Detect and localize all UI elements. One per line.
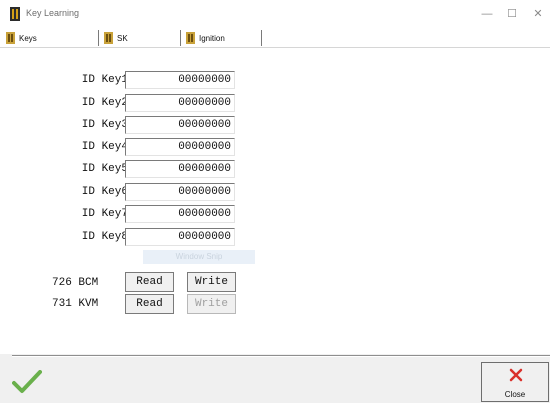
tab-ignition[interactable]: Ignition xyxy=(186,28,268,48)
minimize-button[interactable]: — xyxy=(475,6,499,22)
key-label: ID Key2 xyxy=(81,97,128,109)
window-close-button[interactable]: ✕ xyxy=(526,6,550,22)
key-row: ID Key2 00000000 xyxy=(0,94,260,114)
tab-divider xyxy=(180,30,181,46)
key-row: ID Key4 00000000 xyxy=(0,138,260,158)
key-label: ID Key1 xyxy=(81,74,128,86)
key-row: ID Key6 00000000 xyxy=(0,183,260,203)
kvm-write-button: Write xyxy=(187,294,236,314)
kvm-read-button[interactable]: Read xyxy=(125,294,174,314)
footer-divider-highlight xyxy=(12,356,550,357)
key-label: ID Key4 xyxy=(81,141,128,153)
tab-divider xyxy=(98,30,99,46)
key-row: ID Key3 00000000 xyxy=(0,116,260,136)
key-label: ID Key3 xyxy=(81,119,128,131)
close-label: Close xyxy=(504,390,526,399)
key-id-field[interactable]: 00000000 xyxy=(125,116,235,134)
key-row: ID Key5 00000000 xyxy=(0,160,260,180)
close-button[interactable]: Close xyxy=(481,362,549,402)
x-icon xyxy=(509,368,523,382)
tab-label: SK xyxy=(117,33,128,43)
key-id-field[interactable]: 00000000 xyxy=(125,228,235,246)
key-label: ID Key5 xyxy=(81,163,128,175)
tab-keys[interactable]: Keys xyxy=(6,28,84,48)
key-row: ID Key7 00000000 xyxy=(0,205,260,225)
key-label: ID Key7 xyxy=(81,208,128,220)
bcm-write-button[interactable]: Write xyxy=(187,272,236,292)
key-row: ID Key8 00000000 xyxy=(0,228,260,248)
maximize-button[interactable]: ☐ xyxy=(500,6,524,22)
app-icon xyxy=(10,7,20,21)
checkmark-icon[interactable] xyxy=(12,370,42,394)
key-label: ID Key8 xyxy=(81,231,128,243)
key-tab-icon xyxy=(6,32,15,44)
module-label-kvm: 731 KVM xyxy=(52,298,99,310)
title-bar: Key Learning — ☐ ✕ xyxy=(0,0,550,28)
key-id-field[interactable]: 00000000 xyxy=(125,94,235,112)
tab-label: Ignition xyxy=(199,33,225,43)
window-snip-watermark: Window Snip xyxy=(143,250,255,264)
key-id-field[interactable]: 00000000 xyxy=(125,205,235,223)
bcm-read-button[interactable]: Read xyxy=(125,272,174,292)
key-label: ID Key6 xyxy=(81,186,128,198)
tab-sk[interactable]: SK xyxy=(104,28,182,48)
key-id-field[interactable]: 00000000 xyxy=(125,183,235,201)
tab-label: Keys xyxy=(19,33,37,43)
window-title: Key Learning xyxy=(26,8,80,18)
module-label-bcm: 726 BCM xyxy=(52,277,99,289)
key-id-field[interactable]: 00000000 xyxy=(125,138,235,156)
tab-divider xyxy=(261,30,262,46)
key-tab-icon xyxy=(104,32,113,44)
tab-strip: Keys SK Ignition xyxy=(0,28,550,48)
key-id-field[interactable]: 00000000 xyxy=(125,160,235,178)
key-row: ID Key1 00000000 xyxy=(0,71,260,91)
key-id-field[interactable]: 00000000 xyxy=(125,71,235,89)
key-tab-icon xyxy=(186,32,195,44)
